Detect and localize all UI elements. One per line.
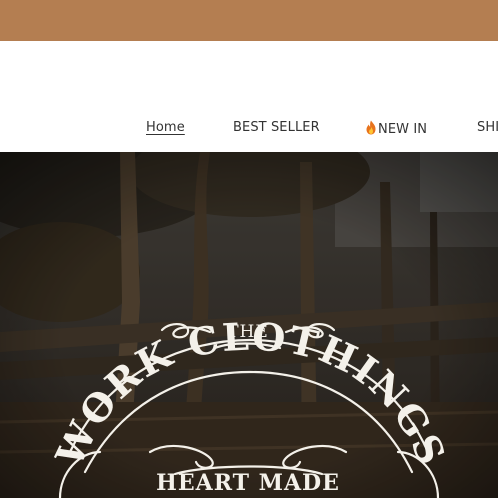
nav-item-new-in-label: NEW IN	[378, 122, 428, 137]
hero-banner: WORK CLOTHINGS THE HEART MADE	[0, 152, 498, 498]
nav-item-home[interactable]: Home	[146, 120, 185, 135]
main-navigation: Home BEST SELLER NEW IN SHI	[0, 41, 498, 152]
logo-the: THE	[227, 322, 269, 342]
site-header: Home BEST SELLER NEW IN SHI	[0, 41, 498, 152]
announcement-bar	[0, 0, 498, 41]
logo-tagline: HEART MADE	[156, 470, 340, 496]
nav-item-best-seller[interactable]: BEST SELLER	[233, 120, 320, 135]
nav-item-shop[interactable]: SHI	[477, 120, 498, 135]
nav-item-new-in[interactable]: NEW IN	[365, 120, 427, 139]
fire-icon	[365, 120, 377, 139]
